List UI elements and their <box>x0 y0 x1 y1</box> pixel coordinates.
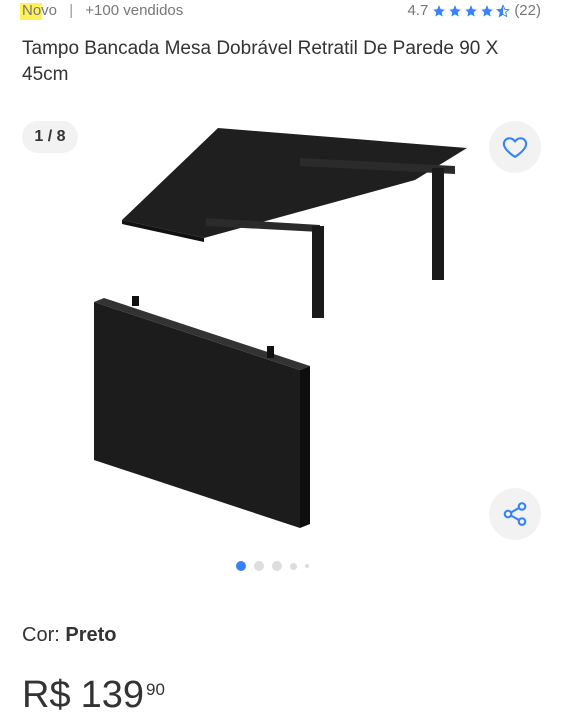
variation-color: Cor: Preto <box>22 624 116 647</box>
variation-label: Cor: <box>22 624 60 646</box>
pagination-dot[interactable] <box>290 562 297 570</box>
rating-stars <box>432 3 511 18</box>
star-full-icon <box>433 4 446 17</box>
pagination-dot[interactable] <box>305 564 309 568</box>
share-button[interactable] <box>489 488 541 540</box>
review-count: (22) <box>514 2 541 19</box>
image-counter: 1 / 8 <box>22 121 78 153</box>
folding-table-illustration <box>94 128 467 528</box>
share-icon <box>503 502 527 526</box>
price-currency: R$ <box>22 674 71 716</box>
header-meta: Novo | +100 vendidos 4.7 (22) <box>20 2 541 22</box>
rating[interactable]: 4.7 (22) <box>407 2 541 19</box>
star-full-icon <box>465 4 478 17</box>
star-half-icon <box>496 3 511 17</box>
star-full-icon <box>449 4 462 17</box>
star-full-icon <box>481 4 494 17</box>
price-cents: 90 <box>145 680 165 699</box>
product-image[interactable] <box>80 120 480 540</box>
variation-value: Preto <box>65 624 117 646</box>
pagination-dot-active[interactable] <box>236 561 246 571</box>
sold-count: +100 vendidos <box>85 2 184 19</box>
condition-badge: Novo <box>20 2 58 20</box>
favorite-button[interactable] <box>489 121 541 173</box>
heart-icon <box>502 137 528 158</box>
product-title: Tampo Bancada Mesa Dobrável Retratil De … <box>22 38 499 85</box>
price: R$ 139 90 <box>22 674 165 717</box>
pagination-dot[interactable] <box>272 561 282 571</box>
rating-value: 4.7 <box>407 2 429 19</box>
gallery-pagination <box>236 561 309 571</box>
pagination-dot[interactable] <box>254 561 264 571</box>
price-integer: 139 <box>80 674 144 716</box>
separator: | <box>69 2 74 19</box>
